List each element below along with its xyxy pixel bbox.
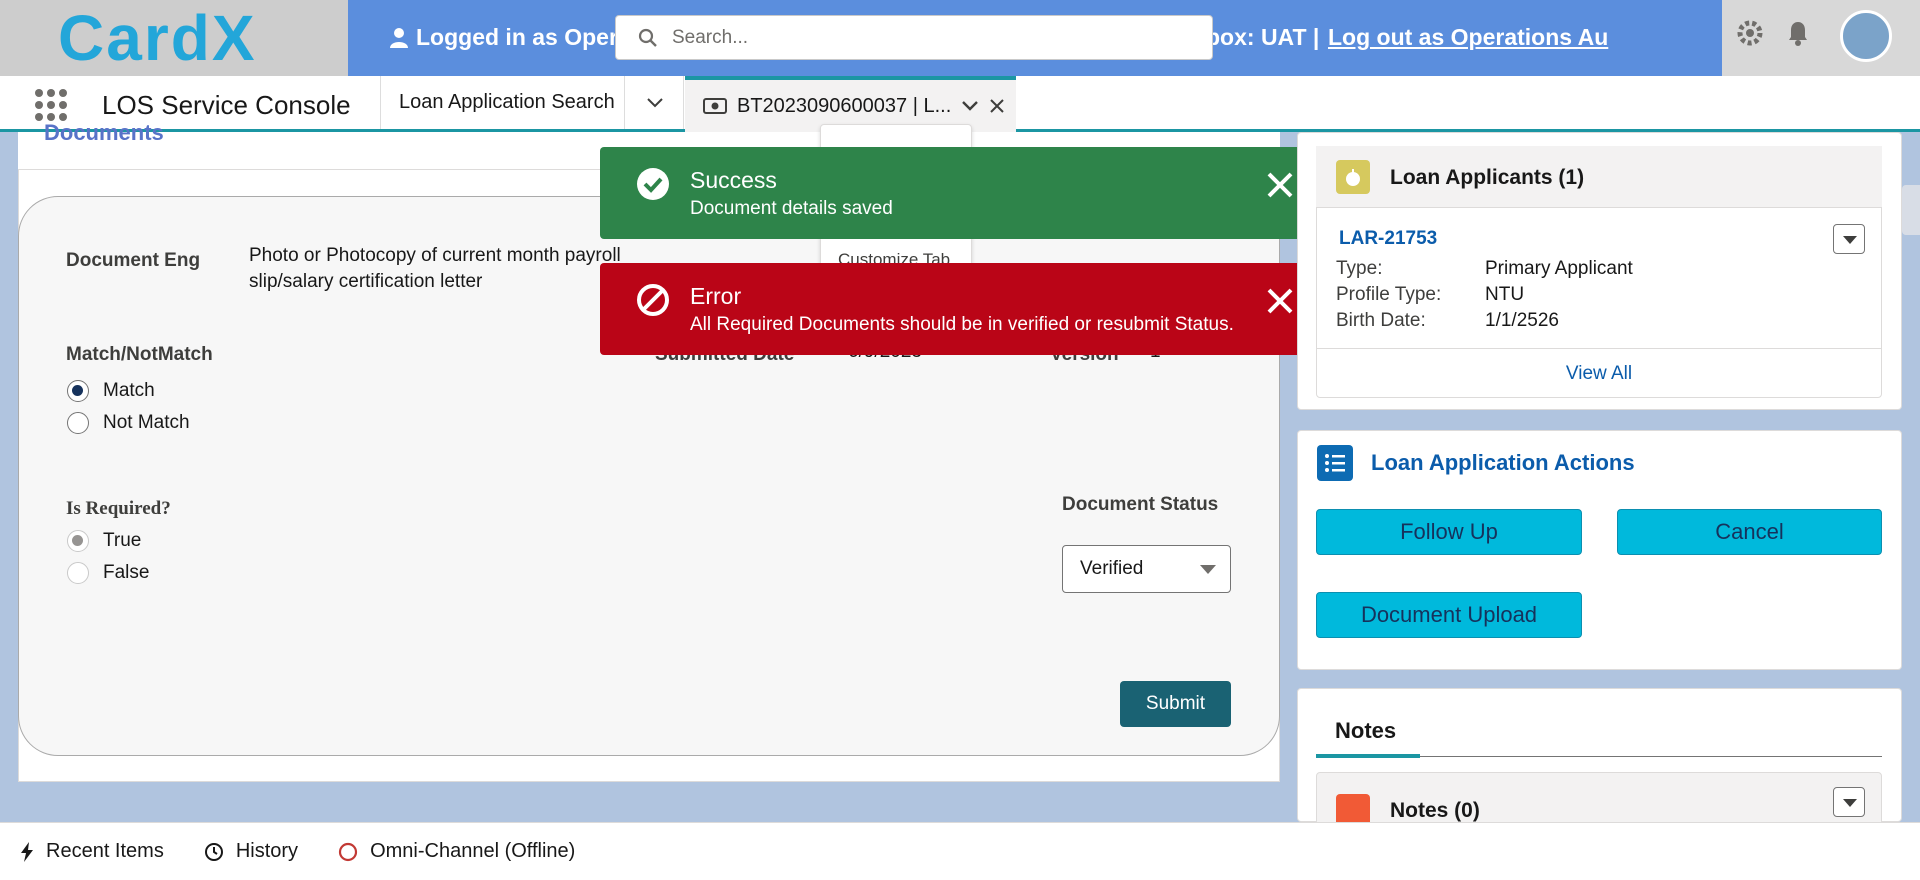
radio-true [67, 530, 89, 552]
list-icon [1317, 445, 1353, 481]
is-required-label: Is Required? [66, 498, 171, 519]
nav-menu-button[interactable] [626, 76, 684, 129]
side-panel-toggle[interactable] [1902, 185, 1920, 235]
actions-title: Loan Application Actions [1371, 450, 1635, 475]
success-title: Success [690, 167, 777, 193]
success-icon [637, 168, 669, 200]
radio-false-label: False [103, 562, 150, 583]
tab-label: BT2023090600037 | L... [737, 94, 952, 117]
applicants-title: Loan Applicants (1) [1390, 166, 1585, 189]
close-icon[interactable] [1262, 167, 1298, 203]
search-placeholder: Search... [672, 26, 749, 48]
error-toast: Error All Required Documents should be i… [600, 263, 1320, 355]
field-profile-type-value: NTU [1485, 284, 1525, 305]
logout-link[interactable]: Log out as Operations Au [1328, 24, 1608, 51]
utility-bar: Recent Items History Omni-Channel (Offli… [0, 822, 1920, 880]
app-launcher-icon[interactable] [34, 88, 68, 122]
document-status-label: Document Status [1062, 494, 1219, 515]
doc-eng-label: Document Eng [66, 250, 201, 271]
field-birth-date-label: Birth Date: [1336, 310, 1426, 331]
radio-false [67, 562, 89, 584]
not-match-radio[interactable]: Not Match [67, 412, 190, 434]
applicant-actions-button[interactable] [1833, 224, 1865, 254]
match-label: Match/NotMatch [66, 344, 213, 365]
required-true-radio: True [67, 530, 141, 552]
radio-match-label: Match [103, 380, 155, 401]
field-type-value: Primary Applicant [1485, 258, 1633, 279]
utility-label: Recent Items [46, 840, 164, 862]
success-toast: Success Document details saved [600, 147, 1320, 239]
chevron-down-icon [646, 97, 663, 107]
error-message: All Required Documents should be in veri… [690, 314, 1234, 335]
app-name: LOS Service Console [102, 90, 351, 120]
required-false-radio: False [67, 562, 149, 584]
search-icon [638, 28, 657, 47]
ban-icon [637, 284, 669, 316]
global-search-input[interactable]: Search... [615, 15, 1213, 60]
radio-not-match-label: Not Match [103, 412, 190, 433]
chevron-down-icon[interactable] [961, 100, 979, 112]
active-tab-indicator [1316, 754, 1420, 758]
utility-history[interactable]: History [204, 840, 298, 863]
offline-status-icon [338, 842, 358, 861]
apple-icon [1336, 160, 1370, 194]
logo-text: CardX [58, 2, 257, 74]
cancel-button[interactable]: Cancel [1617, 509, 1882, 555]
section-title: Documents [44, 120, 164, 145]
error-title: Error [690, 283, 742, 309]
document-status-select[interactable]: Verified [1062, 545, 1231, 593]
clock-icon [204, 842, 223, 861]
bolt-icon [21, 841, 33, 862]
sandbox-label: box: UAT | [1206, 24, 1320, 50]
utility-label: History [235, 840, 299, 862]
avatar[interactable] [1840, 10, 1892, 62]
header-icons [1735, 18, 1813, 48]
caret-down-icon [1200, 565, 1216, 574]
notes-actions-button[interactable] [1833, 787, 1865, 817]
document-upload-button[interactable]: Document Upload [1316, 592, 1582, 638]
field-type-label: Type: [1336, 258, 1383, 279]
utility-label: Omni-Channel (Offline) [370, 840, 576, 862]
field-birth-date-value: 1/1/2526 [1485, 310, 1559, 331]
applicant-record-link[interactable]: LAR-21753 [1339, 228, 1437, 250]
close-icon[interactable] [989, 98, 1005, 114]
tab-notes[interactable]: Notes [1335, 718, 1396, 744]
tab-loan-application-search[interactable]: Loan Application Search [380, 76, 625, 129]
logged-in-label: Logged in as Opera [416, 24, 631, 50]
utility-omni-channel[interactable]: Omni-Channel (Offline) [338, 840, 575, 863]
success-message: Document details saved [690, 198, 893, 219]
document-status-value: Verified [1080, 558, 1144, 579]
utility-recent-items[interactable]: Recent Items [20, 840, 164, 863]
notes-title: Notes (0) [1390, 799, 1480, 822]
money-icon [703, 98, 727, 114]
view-all-link[interactable]: View All [1316, 348, 1882, 398]
match-radio[interactable]: Match [67, 380, 155, 402]
submit-button[interactable]: Submit [1120, 681, 1231, 727]
gear-icon[interactable] [1735, 18, 1765, 48]
follow-up-button[interactable]: Follow Up [1316, 509, 1582, 555]
logged-in-text: Logged in as Opera [390, 24, 631, 51]
bell-icon[interactable] [1783, 18, 1813, 48]
radio-true-label: True [103, 530, 142, 551]
field-profile-type-label: Profile Type: [1336, 284, 1442, 305]
close-icon[interactable] [1262, 283, 1298, 319]
radio-match[interactable] [67, 380, 89, 402]
radio-not-match[interactable] [67, 412, 89, 434]
logo[interactable]: CardX [0, 0, 348, 76]
user-icon [390, 27, 408, 48]
